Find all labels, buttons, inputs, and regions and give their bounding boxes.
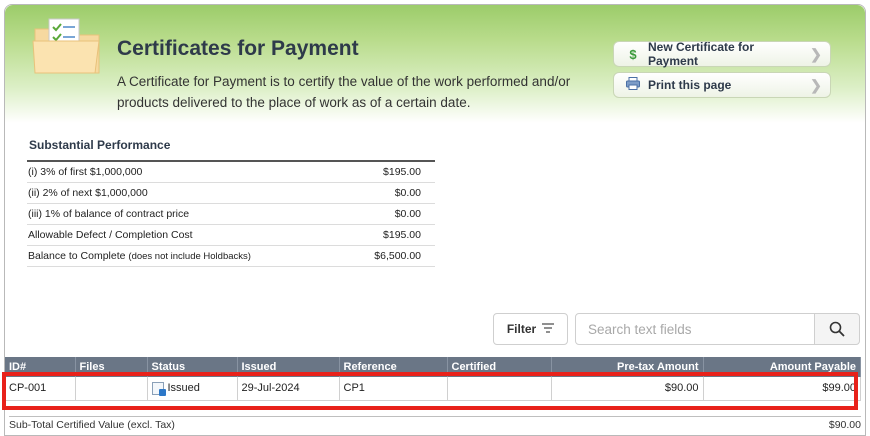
performance-row-label: (iii) 1% of balance of contract price [28,208,190,220]
performance-row: Allowable Defect / Completion Cost $195.… [27,225,435,246]
column-header-certified[interactable]: Certified [447,357,552,377]
subtotal-value: $90.00 [828,419,861,431]
page-title: Certificates for Payment [117,37,359,60]
column-header-issued[interactable]: Issued [237,357,340,377]
performance-row-value: $0.00 [394,187,421,199]
cell-status: Issued [147,377,238,401]
substantial-performance-title: Substantial Performance [27,135,435,162]
performance-row-value: $0.00 [394,208,421,220]
status-label: Issued [167,382,200,395]
cell-certified [447,377,552,401]
page-frame: Certificates for Payment A Certificate f… [4,4,866,436]
performance-row: (ii) 2% of next $1,000,000 $0.00 [27,183,435,204]
performance-row-label: (ii) 2% of next $1,000,000 [28,187,148,199]
cell-pretax-amount: $90.00 [551,377,704,401]
page-header: Certificates for Payment A Certificate f… [5,5,865,123]
search-icon [829,321,845,337]
performance-row: (iii) 1% of balance of contract price $0… [27,204,435,225]
filter-label: Filter [506,322,537,336]
new-certificate-button[interactable]: $ New Certificate for Payment ❯ [613,40,831,68]
substantial-performance-table: Substantial Performance (i) 3% of first … [27,135,435,267]
print-page-label: Print this page [648,78,732,92]
performance-row-value: $195.00 [383,166,421,178]
cell-files [75,377,148,401]
performance-row-note: (does not include Holdbacks) [128,251,251,262]
cell-amount-payable: $99.00 [703,377,861,401]
search-input[interactable] [575,313,815,345]
cell-issued: 29-Jul-2024 [237,377,340,401]
cell-reference: CP1 [339,377,448,401]
filter-icon [542,322,555,336]
performance-row-label: Allowable Defect / Completion Cost [28,229,193,241]
performance-row: Balance to Complete (does not include Ho… [27,246,435,267]
cell-id[interactable]: CP-001 [5,377,76,401]
folder-icon [32,18,100,74]
search-button[interactable] [814,313,860,345]
table-header-row: ID# Files Status Issued Reference Certif… [5,357,861,377]
column-header-files[interactable]: Files [75,357,148,377]
page-description: A Certificate for Payment is to certify … [117,74,571,110]
print-page-button[interactable]: Print this page ❯ [613,72,831,98]
new-certificate-label: New Certificate for Payment [648,40,755,68]
performance-row-value: $6,500.00 [374,250,421,262]
column-header-status[interactable]: Status [147,357,238,377]
column-header-amount-payable[interactable]: Amount Payable [703,357,861,377]
table-row[interactable]: CP-001 Issued 29-Jul-2024 CP1 $90.00 $99… [5,377,861,401]
subtotal-label: Sub-Total Certified Value (excl. Tax) [9,419,175,431]
column-header-id[interactable]: ID# [5,357,76,377]
chevron-right-icon: ❯ [810,45,822,62]
performance-row-value: $195.00 [383,229,421,241]
performance-row-label: (i) 3% of first $1,000,000 [28,166,143,178]
filter-button[interactable]: Filter [493,313,568,345]
performance-row-label: Balance to Complete [28,250,126,262]
certificates-table: ID# Files Status Issued Reference Certif… [5,357,861,401]
column-header-pretax-amount[interactable]: Pre-tax Amount [551,357,704,377]
performance-row: (i) 3% of first $1,000,000 $195.00 [27,162,435,183]
document-icon [151,381,166,396]
dollar-icon: $ [629,46,637,62]
subtotal-row: Sub-Total Certified Value (excl. Tax) $9… [9,416,861,431]
printer-icon [622,77,644,93]
column-header-reference[interactable]: Reference [339,357,448,377]
performance-row-label-group: Balance to Complete (does not include Ho… [27,250,251,262]
chevron-right-icon: ❯ [810,76,822,93]
